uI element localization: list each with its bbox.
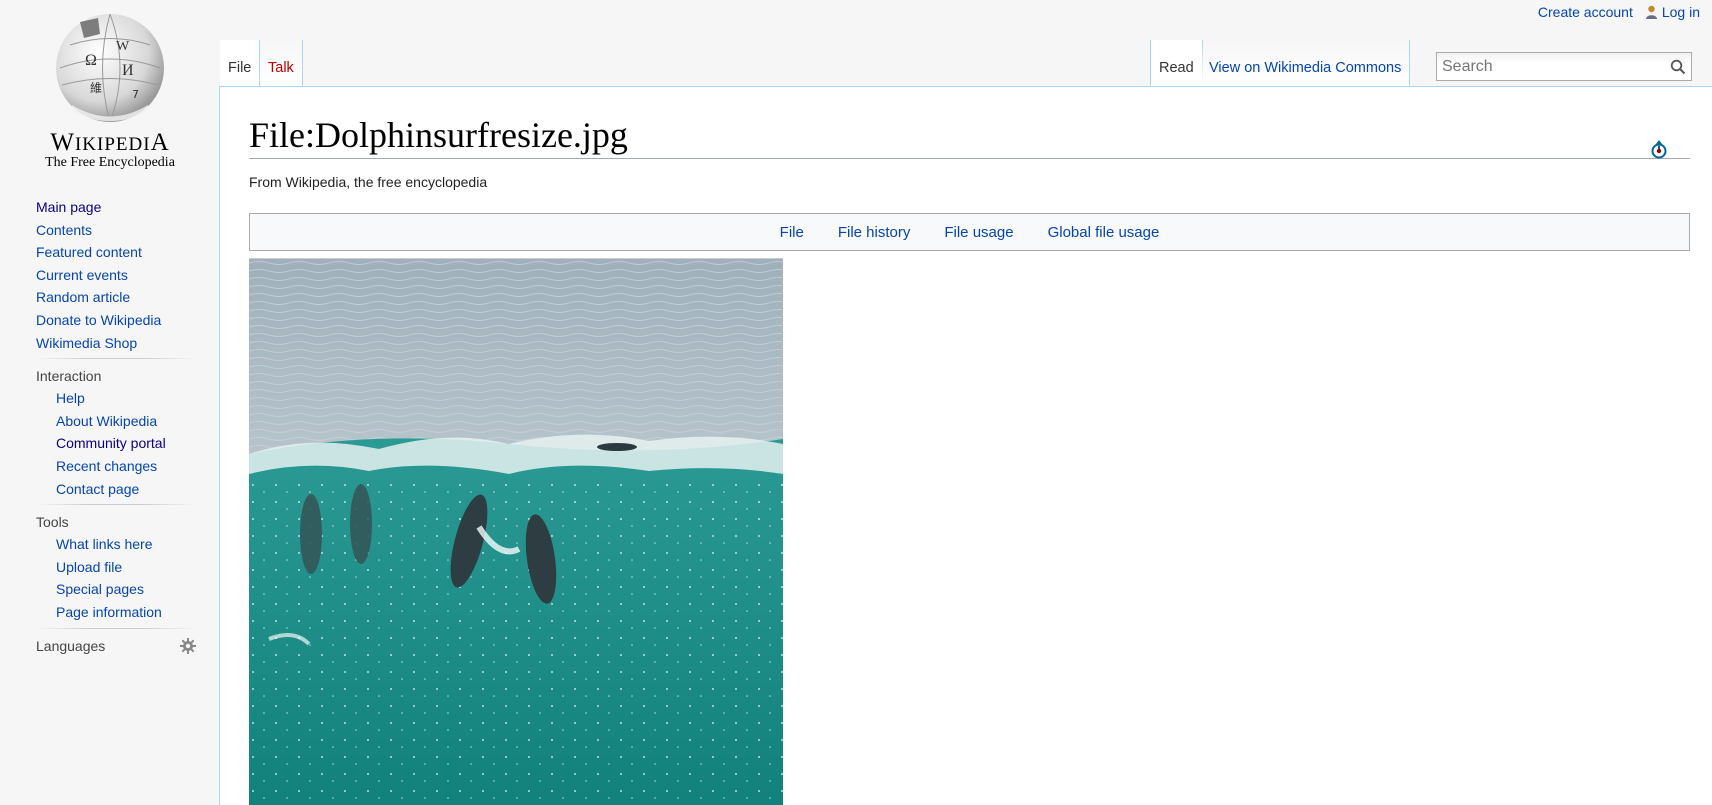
log-in-link[interactable]: Log in — [1662, 4, 1700, 20]
interaction-portal: Interaction Help About Wikipedia Communi… — [0, 359, 210, 500]
logo-tagline: The Free Encyclopedia — [45, 155, 175, 170]
sidebar-item-upload-file[interactable]: Upload file — [56, 559, 122, 575]
tab-talk[interactable]: Talk — [260, 40, 303, 86]
logo-wordmark: WIKIPEDIA — [50, 129, 170, 156]
sidebar-item-contact-page[interactable]: Contact page — [56, 481, 139, 497]
sidebar-item-help[interactable]: Help — [56, 390, 85, 406]
sidebar-item-featured-content[interactable]: Featured content — [36, 244, 142, 260]
sidebar-item-what-links-here[interactable]: What links here — [56, 536, 152, 552]
search-icon[interactable] — [1670, 59, 1686, 75]
sidebar-item-special-pages[interactable]: Special pages — [56, 581, 144, 597]
search-input[interactable] — [1437, 53, 1657, 80]
svg-text:維: 維 — [90, 81, 102, 95]
sidebar: Main page Contents Featured content Curr… — [0, 196, 210, 661]
svg-text:7: 7 — [132, 88, 139, 101]
toc-file-usage-link[interactable]: File usage — [927, 224, 1030, 241]
svg-text:W: W — [116, 39, 130, 54]
create-account-link[interactable]: Create account — [1538, 4, 1633, 20]
tools-heading: Tools — [36, 514, 69, 531]
page-title-text: File:Dolphinsurfresize.jpg — [249, 115, 628, 155]
tools-portal: Tools What links here Upload file Specia… — [0, 505, 210, 623]
wikipedia-logo[interactable]: Ω W И 維 7 WIKIPEDIA The Free Encyclopedi… — [10, 10, 210, 180]
sidebar-item-main-page[interactable]: Main page — [36, 199, 101, 215]
site-subtitle: From Wikipedia, the free encyclopedia — [249, 174, 488, 191]
dolphin-photo — [249, 259, 783, 805]
languages-heading: Languages — [36, 629, 196, 657]
sidebar-item-community-portal[interactable]: Community portal — [56, 435, 166, 451]
sidebar-item-page-information[interactable]: Page information — [56, 604, 162, 620]
dolphin-surf-image[interactable] — [249, 258, 783, 805]
wikimedia-commons-icon[interactable] — [1648, 138, 1670, 160]
languages-label: Languages — [36, 637, 106, 654]
main-content: File:Dolphinsurfresize.jpg From Wikipedi… — [219, 86, 1712, 805]
sidebar-item-about-wikipedia[interactable]: About Wikipedia — [56, 413, 157, 429]
sidebar-item-wikimedia-shop[interactable]: Wikimedia Shop — [36, 335, 137, 351]
svg-text:Ω: Ω — [85, 52, 97, 69]
page-tabs: File Talk Read View on Wikimedia Commons — [220, 40, 1712, 86]
tab-view-on-commons[interactable]: View on Wikimedia Commons — [1201, 40, 1411, 86]
sidebar-item-current-events[interactable]: Current events — [36, 267, 128, 283]
personal-tools: Create account Log in — [1538, 4, 1700, 20]
page-title: File:Dolphinsurfresize.jpg — [249, 114, 1690, 160]
interaction-heading: Interaction — [36, 368, 102, 385]
sidebar-item-random-article[interactable]: Random article — [36, 289, 130, 305]
globe-icon: Ω W И 維 7 — [56, 13, 164, 123]
languages-portal: Languages — [0, 629, 210, 657]
svg-text:И: И — [122, 62, 134, 79]
sidebar-item-donate[interactable]: Donate to Wikipedia — [36, 312, 161, 328]
search-box — [1436, 52, 1692, 81]
navigation-portal: Main page Contents Featured content Curr… — [0, 196, 210, 354]
tab-read[interactable]: Read — [1150, 40, 1203, 86]
sidebar-item-contents[interactable]: Contents — [36, 222, 92, 238]
sidebar-item-recent-changes[interactable]: Recent changes — [56, 458, 157, 474]
toc-global-file-usage-link[interactable]: Global file usage — [1031, 224, 1177, 241]
file-toc: File File history File usage Global file… — [249, 213, 1690, 252]
view-on-commons-link[interactable]: View on Wikimedia Commons — [1209, 60, 1401, 76]
user-icon — [1645, 5, 1657, 19]
gear-icon[interactable] — [180, 637, 196, 654]
tab-file[interactable]: File — [220, 40, 261, 86]
toc-file-link[interactable]: File — [763, 224, 821, 241]
toc-file-history-link[interactable]: File history — [821, 224, 928, 241]
